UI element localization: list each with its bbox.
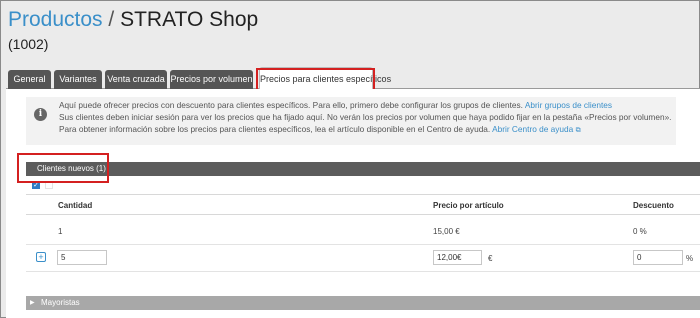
content-panel: i Aquí puede ofrecer precios con descuen… — [6, 89, 700, 318]
price-input[interactable] — [433, 250, 482, 265]
breadcrumb-separator: / — [108, 8, 115, 31]
tab-venta-cruzada[interactable]: Venta cruzada — [105, 70, 167, 89]
header-descuento: Descuento — [633, 201, 674, 210]
select-checkbox-empty[interactable] — [45, 181, 53, 189]
tab-precios-clientes-especificos[interactable]: Precios para clientes específicos — [259, 67, 391, 90]
price-table: Cantidad Precio por artículo Descuento 1… — [26, 194, 700, 294]
external-link-icon: ⧉ — [575, 127, 581, 134]
group-header-clientes-nuevos[interactable]: Clientes nuevos (1) — [26, 162, 700, 176]
tab-precios-por-volumen[interactable]: Precios por volumen — [170, 70, 253, 89]
select-checkbox-checked[interactable]: ✓ — [32, 181, 40, 189]
row1-quantity: 1 — [58, 227, 63, 236]
header-precio: Precio por artículo — [433, 201, 504, 210]
breadcrumb-shop-name: STRATO Shop — [120, 8, 259, 31]
group-header-mayoristas[interactable]: ▶ Mayoristas — [26, 296, 700, 310]
page-title: Productos / STRATO Shop — [8, 8, 258, 32]
info-line1: Aquí puede ofrecer precios con descuento… — [59, 100, 523, 110]
tab-bar: General Variantes Venta cruzada Precios … — [6, 67, 700, 90]
table-row: 1 15,00 € 0 % — [26, 215, 700, 245]
info-line3: Para obtener información sobre los preci… — [59, 124, 491, 134]
group-label: Clientes nuevos (1) — [37, 164, 106, 173]
row1-price: 15,00 € — [433, 227, 460, 236]
group-label: Mayoristas — [41, 298, 80, 307]
quantity-input[interactable] — [57, 250, 107, 265]
info-line2: Sus clientes deben iniciar sesión para v… — [59, 112, 672, 122]
row1-discount: 0 % — [633, 227, 647, 236]
open-help-center-link[interactable]: Abrir Centro de ayuda — [492, 124, 573, 134]
discount-input[interactable] — [633, 250, 683, 265]
table-header: Cantidad Precio por artículo Descuento — [26, 194, 700, 215]
info-icon: i — [34, 108, 47, 121]
table-row-editable: + € % — [26, 245, 700, 272]
currency-label: € — [488, 254, 493, 263]
header-cantidad: Cantidad — [58, 201, 93, 210]
info-box: i Aquí puede ofrecer precios con descuen… — [26, 97, 676, 145]
open-customer-groups-link[interactable]: Abrir grupos de clientes — [525, 100, 612, 110]
tab-general[interactable]: General — [8, 70, 51, 89]
group-checkbox-row: ✓ — [26, 178, 66, 192]
tab-variantes[interactable]: Variantes — [54, 70, 102, 89]
info-text: Aquí puede ofrecer precios con descuento… — [59, 99, 672, 137]
chevron-right-icon: ▶ — [30, 300, 35, 306]
product-id: (1002) — [8, 36, 49, 52]
breadcrumb-productos-link[interactable]: Productos — [8, 8, 103, 31]
window-frame: Productos / STRATO Shop (1002) General V… — [0, 0, 700, 318]
percent-label: % — [686, 254, 694, 263]
add-row-icon[interactable]: + — [36, 252, 46, 262]
